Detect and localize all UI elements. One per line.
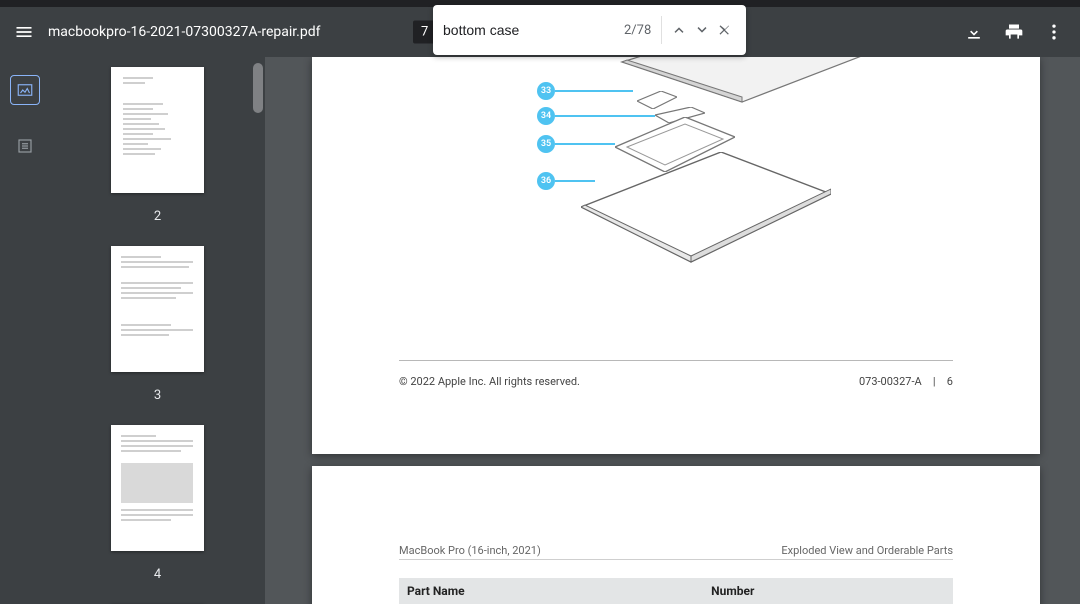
- print-button[interactable]: [994, 12, 1034, 52]
- side-rail: [0, 57, 50, 604]
- thumbnail-label: 2: [154, 203, 161, 236]
- thumbnail-scrollbar[interactable]: [253, 63, 263, 113]
- thumbnail[interactable]: [111, 425, 204, 551]
- content-area[interactable]: 33 34 35 36: [265, 57, 1080, 604]
- callout-bubble: 34: [537, 107, 555, 125]
- thumbnail[interactable]: [111, 67, 204, 193]
- callout-bubble: 33: [537, 82, 555, 100]
- document-title: macbookpro-16-2021-07300327A-repair.pdf: [48, 24, 321, 40]
- outline-tab[interactable]: [10, 131, 40, 161]
- page-footer-left: © 2022 Apple Inc. All rights reserved.: [399, 375, 580, 388]
- thumbnail-label: 3: [154, 382, 161, 415]
- find-prev-button[interactable]: [668, 15, 691, 45]
- find-next-button[interactable]: [691, 15, 714, 45]
- image-icon: [16, 81, 34, 99]
- pdf-page: MacBook Pro (16-inch, 2021) Exploded Vie…: [312, 466, 1040, 604]
- callout-bubble: 35: [537, 135, 555, 153]
- download-icon: [964, 22, 984, 42]
- thumbnail-label: 4: [154, 561, 161, 594]
- page-footer-right: 073-00327-A | 6: [859, 375, 953, 388]
- thumbnails-tab[interactable]: [10, 75, 40, 105]
- col-part-name: Part Name: [399, 578, 703, 604]
- thumbnail-panel: 2 3 4: [50, 57, 265, 604]
- page-header-left: MacBook Pro (16-inch, 2021): [399, 544, 541, 557]
- parts-table: Part Name Number 1. Bottom case 923-0675…: [399, 578, 953, 604]
- close-icon: [716, 21, 734, 39]
- find-input[interactable]: [443, 22, 624, 38]
- exploded-view-illustration: 33 34 35 36: [537, 57, 847, 267]
- find-count: 2/78: [624, 23, 651, 38]
- menu-button[interactable]: [0, 7, 48, 57]
- page-header-right: Exploded View and Orderable Parts: [781, 544, 953, 557]
- chevron-down-icon: [693, 21, 711, 39]
- callout-bubble: 36: [537, 172, 555, 190]
- hamburger-icon: [14, 22, 34, 42]
- chevron-up-icon: [670, 21, 688, 39]
- download-button[interactable]: [954, 12, 994, 52]
- print-icon: [1004, 22, 1024, 42]
- divider: [661, 16, 662, 44]
- more-vert-icon: [1044, 22, 1064, 42]
- find-close-button[interactable]: [713, 15, 736, 45]
- pdf-page: 33 34 35 36: [312, 57, 1040, 454]
- col-number: Number: [703, 578, 953, 604]
- outline-icon: [16, 137, 34, 155]
- more-button[interactable]: [1034, 12, 1074, 52]
- thumbnail[interactable]: [111, 246, 204, 372]
- find-bar: 2/78: [433, 5, 746, 55]
